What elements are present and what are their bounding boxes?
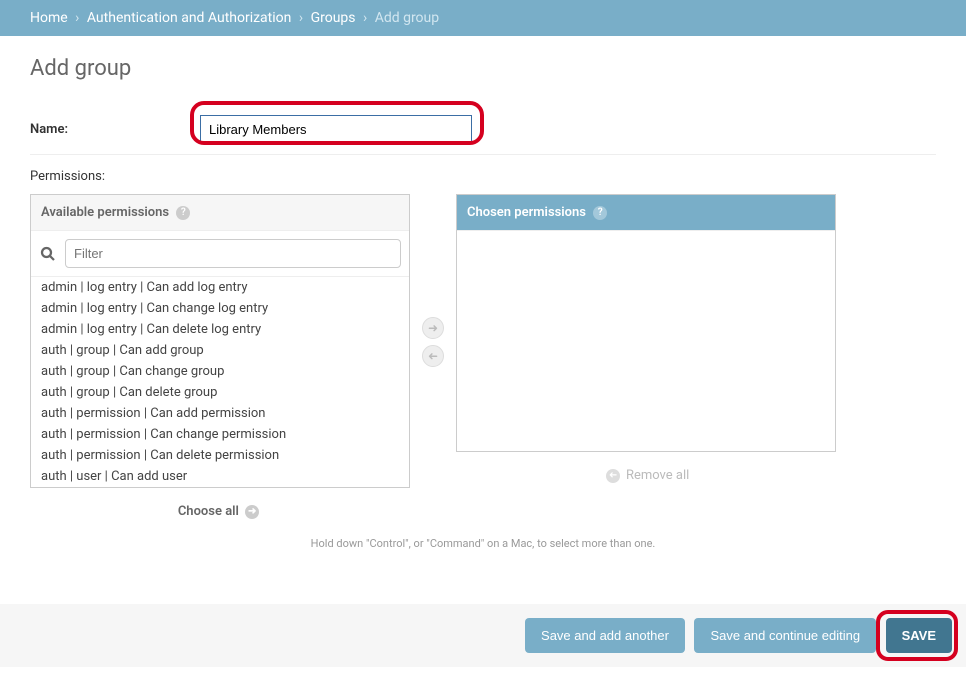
breadcrumb-home[interactable]: Home: [30, 10, 68, 26]
name-row: Name:: [30, 105, 936, 155]
chosen-permissions-list[interactable]: [457, 231, 835, 451]
permissions-help-text: Hold down "Control", or "Command" on a M…: [30, 527, 936, 574]
breadcrumb-sep: ›: [363, 10, 367, 26]
name-input[interactable]: [200, 115, 472, 144]
permission-option[interactable]: auth | permission | Can change permissio…: [31, 424, 409, 445]
name-label: Name:: [30, 122, 200, 137]
filter-input[interactable]: [65, 239, 401, 268]
available-permissions-header: Available permissions ?: [31, 195, 409, 231]
available-header-text: Available permissions: [41, 205, 169, 220]
remove-all-text: Remove all: [626, 468, 689, 483]
breadcrumb-model[interactable]: Groups: [311, 10, 356, 26]
save-continue-button[interactable]: Save and continue editing: [694, 618, 876, 653]
chosen-permissions-box: Chosen permissions ?: [456, 194, 836, 452]
permissions-selector: Available permissions ? admin | log entr…: [30, 194, 936, 527]
choose-all-text: Choose all: [178, 504, 239, 519]
breadcrumb-sep: ›: [75, 10, 79, 26]
available-permissions-box: Available permissions ? admin | log entr…: [30, 194, 410, 488]
permission-option[interactable]: admin | log entry | Can change log entry: [31, 298, 409, 319]
permission-option[interactable]: admin | log entry | Can delete log entry: [31, 319, 409, 340]
breadcrumb-sep: ›: [299, 10, 303, 26]
choose-all-link[interactable]: Choose all ➜: [30, 488, 410, 527]
permissions-label: Permissions:: [30, 169, 936, 184]
permission-option[interactable]: auth | group | Can delete group: [31, 382, 409, 403]
help-icon[interactable]: ?: [593, 206, 607, 220]
save-add-another-button[interactable]: Save and add another: [525, 618, 685, 653]
filter-row: [31, 231, 409, 277]
available-permissions-list[interactable]: admin | log entry | Can add log entryadm…: [31, 277, 409, 487]
search-icon: [39, 245, 57, 263]
remove-all-icon: ➜: [606, 469, 620, 483]
chosen-permissions-header: Chosen permissions ?: [457, 195, 835, 231]
breadcrumb-current: Add group: [375, 10, 439, 26]
breadcrumb: Home › Authentication and Authorization …: [0, 0, 966, 36]
page-title: Add group: [30, 56, 936, 81]
submit-row: Save and add another Save and continue e…: [0, 604, 966, 667]
remove-all-link[interactable]: ➜ Remove all: [456, 452, 836, 491]
permission-option[interactable]: auth | group | Can change group: [31, 361, 409, 382]
permission-option[interactable]: auth | user | Can add user: [31, 466, 409, 487]
permission-option[interactable]: auth | group | Can add group: [31, 340, 409, 361]
help-icon[interactable]: ?: [176, 206, 190, 220]
permission-option[interactable]: auth | permission | Can add permission: [31, 403, 409, 424]
move-left-button[interactable]: ➜: [422, 345, 444, 367]
save-button[interactable]: SAVE: [886, 618, 952, 653]
breadcrumb-app[interactable]: Authentication and Authorization: [87, 10, 292, 26]
permission-option[interactable]: admin | log entry | Can add log entry: [31, 277, 409, 298]
permission-option[interactable]: auth | permission | Can delete permissio…: [31, 445, 409, 466]
choose-all-icon: ➜: [245, 505, 259, 519]
selector-mid-controls: ➜ ➜: [410, 314, 456, 370]
permissions-block: Permissions: Available permissions ? adm…: [30, 155, 936, 574]
move-right-button[interactable]: ➜: [422, 317, 444, 339]
chosen-header-text: Chosen permissions: [467, 205, 586, 220]
